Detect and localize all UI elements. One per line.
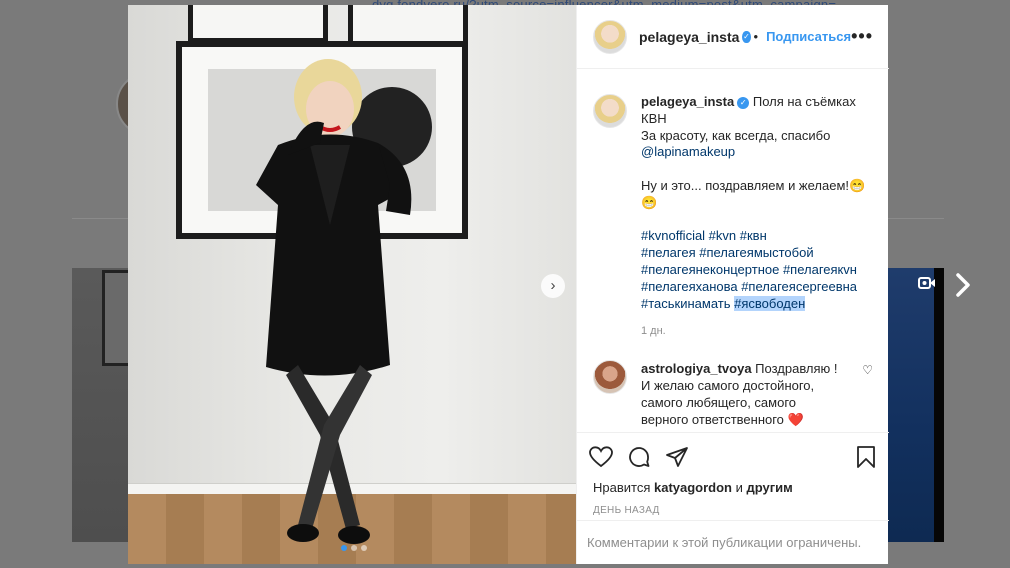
likes-user-link[interactable]: katyagordon: [654, 480, 732, 495]
carousel-dots: [341, 545, 367, 551]
comment-icon[interactable]: [627, 445, 651, 469]
caption-line: За красоту, как всегда, спасибо: [641, 127, 831, 143]
post-date[interactable]: ДЕНЬ НАЗАД: [577, 505, 889, 516]
woman-figure: [256, 59, 412, 544]
action-icons: [577, 433, 889, 473]
background-thumbnail-left: [72, 268, 134, 542]
bookmark-icon[interactable]: [855, 445, 877, 469]
post-actions: Нравится katyagordon и другим ДЕНЬ НАЗАД: [577, 432, 889, 521]
likes-text: Нравится katyagordon и другим: [577, 480, 889, 495]
post-username[interactable]: pelageya_insta: [639, 29, 739, 45]
likes-prefix: Нравится: [593, 480, 654, 495]
share-icon[interactable]: [665, 445, 689, 469]
hashtag-links[interactable]: #пелагеянеконцертное #пелагеякvн: [641, 262, 857, 277]
chevron-right-icon[interactable]: [955, 272, 971, 305]
hashtag-links[interactable]: #пелагея #пелагеямыстобой: [641, 245, 814, 260]
photo-next-button[interactable]: ›: [541, 274, 565, 298]
video-icon: [918, 276, 936, 293]
post-header: pelageya_insta ✓ • Подписаться •••: [577, 5, 889, 69]
caption-username[interactable]: pelageya_insta: [641, 94, 734, 109]
carousel-dot: [341, 545, 347, 551]
post-modal: › pelageya_insta ✓ • Подписаться ••• pel…: [128, 5, 889, 564]
comment-item: astrologiya_tvoya Поздравляю ! И желаю с…: [577, 340, 889, 428]
caption-emoji: 😁: [641, 194, 658, 210]
avatar[interactable]: [593, 94, 627, 128]
separator-dot: •: [753, 29, 759, 44]
like-comment-heart-icon[interactable]: ♡: [862, 363, 873, 428]
verified-icon: ✓: [737, 97, 750, 109]
caption: pelageya_insta ✓ Поля на съёмках КВН За к…: [577, 70, 889, 340]
likes-others-link[interactable]: другим: [747, 480, 793, 495]
follow-button[interactable]: Подписаться: [766, 29, 851, 44]
comments-closed-notice: Комментарии к этой публикации ограничены…: [577, 520, 889, 564]
likes-mid: и: [732, 480, 747, 495]
more-options-icon[interactable]: •••: [851, 26, 873, 47]
post-sidebar: pelageya_insta ✓ • Подписаться ••• pelag…: [576, 5, 889, 564]
hashtag-links[interactable]: #таськинамать: [641, 296, 734, 311]
hashtag-link-selected[interactable]: #ясвободен: [734, 295, 806, 311]
mention-link[interactable]: @lapinamakeup: [641, 144, 735, 159]
caption-line: Ну и это... поздравляем и желаем!😁: [641, 177, 866, 193]
avatar[interactable]: [593, 19, 627, 54]
post-photo[interactable]: ›: [128, 5, 576, 564]
hashtag-links[interactable]: #kvnofficial #kvn #квн: [641, 228, 767, 243]
verified-icon: ✓: [742, 30, 751, 43]
hashtag-links[interactable]: #пелагеяханова #пелагеясергеевна: [641, 279, 857, 294]
caption-body: pelageya_insta ✓ Поля на съёмках КВН За к…: [641, 94, 873, 340]
comment-username[interactable]: astrologiya_tvoya: [641, 361, 752, 376]
heart-icon[interactable]: [589, 446, 613, 468]
caption-timestamp[interactable]: 1 дн.: [641, 323, 873, 340]
carousel-dot: [351, 545, 357, 551]
comments-list[interactable]: pelageya_insta ✓ Поля на съёмках КВН За к…: [577, 70, 889, 432]
avatar[interactable]: [593, 360, 627, 395]
background-thumbnail-right: [888, 268, 944, 542]
comment-body: astrologiya_tvoya Поздравляю ! И желаю с…: [641, 360, 845, 428]
carousel-dot: [361, 545, 367, 551]
